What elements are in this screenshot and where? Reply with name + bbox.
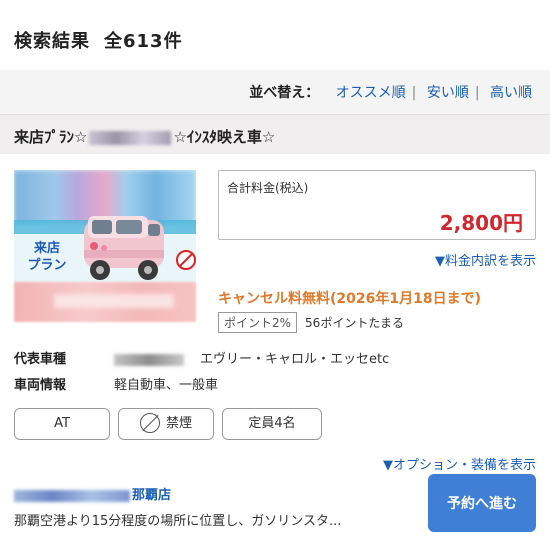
reserve-button[interactable]: 予約へ進む (428, 474, 536, 532)
points-row: ポイント2% 56ポイントたまる (218, 312, 404, 333)
points-earned: 56ポイントたまる (305, 316, 404, 330)
results-title: 検索結果 全613件 (14, 27, 183, 53)
plan-title-prefix: 来店ﾌﾟﾗﾝ☆ (14, 128, 88, 146)
options-equipment-link[interactable]: ▼オプション・装備を表示 (383, 454, 536, 473)
visit-plan-badge-text: 来店 プラン (27, 241, 67, 273)
spec-model-value: エヴリー・キャロル・エッセetc (200, 352, 390, 367)
spec-model-label: 代表車種 (14, 352, 67, 367)
results-count: 全613件 (104, 31, 183, 52)
price-box: 合計料金(税込) 2,800円 (218, 170, 536, 240)
transmission-chip: AT (14, 408, 110, 440)
redacted-shop-banner (14, 282, 196, 322)
plan-card: 来店 プラン 合計料金(税込) 2,800円 ▼料金内訳を表示 キャンセル料無料… (0, 154, 550, 556)
redacted-car-name (89, 130, 172, 145)
smoking-chip-label: 禁煙 (165, 416, 192, 431)
spec-info-label: 車両情報 (14, 378, 67, 393)
sort-options: 並べ替え： オススメ順 | 安い順 | 高い順 (249, 82, 538, 102)
store-name-link[interactable]: 那覇店 (14, 484, 171, 503)
van-image (84, 216, 164, 280)
sort-separator: | (474, 85, 480, 101)
capacity-chip: 定員4名 (222, 408, 322, 440)
redacted-model-name (114, 353, 184, 366)
total-price-label: 合計料金(税込) (227, 181, 309, 195)
spec-model-row: 代表車種 エヴリー・キャロル・エッセetc (14, 348, 389, 367)
spec-info-value: 軽自動車、一般車 (114, 378, 219, 393)
car-thumbnail[interactable]: 来店 プラン (14, 170, 196, 290)
spec-info-row: 車両情報 軽自動車、一般車 (14, 374, 218, 393)
sort-label: 並べ替え： (249, 85, 320, 101)
sort-highest-link[interactable]: 高い順 (484, 85, 538, 101)
sort-bar: 並べ替え： オススメ順 | 安い順 | 高い順 (0, 70, 550, 114)
price-breakdown-link[interactable]: ▼料金内訳を表示 (435, 250, 536, 269)
plan-title[interactable]: 来店ﾌﾟﾗﾝ☆ ☆ｲﾝｽﾀ映え車☆ (14, 126, 275, 147)
total-price: 2,800円 (439, 211, 523, 235)
sort-cheapest-link[interactable]: 安い順 (421, 85, 475, 101)
sort-separator: | (411, 85, 417, 101)
store-name-suffix: 那覇店 (132, 488, 172, 503)
results-title-label: 検索結果 (14, 31, 90, 52)
redacted-store-name (14, 489, 130, 502)
no-smoking-icon (139, 412, 160, 433)
smoking-chip: 禁煙 (118, 408, 214, 440)
plan-header: 来店ﾌﾟﾗﾝ☆ ☆ｲﾝｽﾀ映え車☆ (0, 114, 550, 154)
store-description: 那覇空港より15分程度の場所に位置し、ガソリンスタ... (14, 514, 342, 529)
results-header: 検索結果 全613件 (0, 0, 550, 70)
free-cancellation-text: キャンセル料無料(2026年1月18日まで) (218, 291, 481, 307)
no-smoking-icon (176, 250, 196, 270)
plan-title-suffix: ☆ｲﾝｽﾀ映え車☆ (173, 128, 276, 146)
visit-plan-badge: 来店 プラン (22, 240, 72, 274)
sort-recommended-link[interactable]: オススメ順 (330, 85, 412, 101)
points-rate-badge: ポイント2% (218, 312, 298, 333)
